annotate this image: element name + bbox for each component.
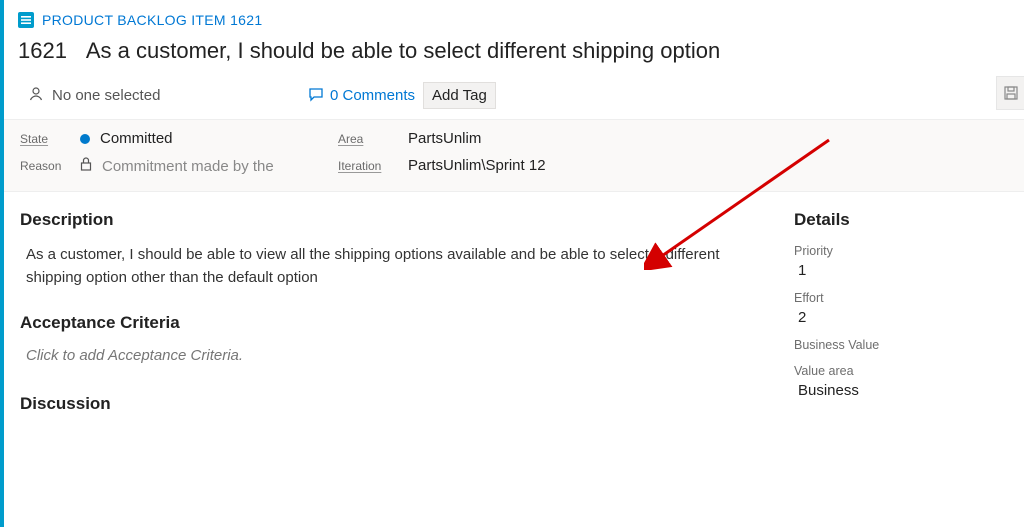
discussion-heading: Discussion: [20, 394, 754, 414]
priority-field[interactable]: Priority 1: [794, 244, 1004, 279]
business-value-field[interactable]: Business Value: [794, 338, 1004, 352]
title-row: 1621 As a customer, I should be able to …: [0, 32, 1024, 76]
state-label: State: [20, 132, 80, 146]
area-label: Area: [338, 132, 408, 146]
save-icon: [1003, 85, 1019, 101]
value-area-field[interactable]: Value area Business: [794, 364, 1004, 399]
reason-label: Reason: [20, 159, 80, 173]
person-icon: [28, 86, 44, 106]
work-item-type-header: PRODUCT BACKLOG ITEM 1621: [0, 0, 1024, 32]
save-button[interactable]: [996, 76, 1024, 110]
comments-link[interactable]: 0 Comments: [308, 86, 415, 106]
work-item-title[interactable]: As a customer, I should be able to selec…: [86, 38, 720, 63]
state-field[interactable]: State Committed: [20, 130, 320, 147]
effort-label: Effort: [794, 291, 1004, 305]
value-area-label: Value area: [794, 364, 1004, 378]
description-text[interactable]: As a customer, I should be able to view …: [26, 244, 754, 289]
business-value-label: Business Value: [794, 338, 1004, 352]
value-area-value: Business: [794, 382, 1004, 399]
iteration-value: PartsUnlim\Sprint 12: [408, 157, 546, 174]
area-value: PartsUnlim: [408, 130, 481, 147]
add-tag-button[interactable]: Add Tag: [423, 82, 496, 109]
fields-row: State Committed Reason Commitment made b…: [0, 119, 1024, 192]
effort-field[interactable]: Effort 2: [794, 291, 1004, 326]
priority-label: Priority: [794, 244, 1004, 258]
assignee-text: No one selected: [52, 87, 160, 104]
state-value: Committed: [100, 130, 173, 147]
reason-value: Commitment made by the: [102, 158, 274, 175]
description-heading: Description: [20, 210, 754, 230]
comments-text: 0 Comments: [330, 87, 415, 104]
assignee-picker[interactable]: No one selected: [28, 86, 298, 106]
priority-value: 1: [794, 262, 1004, 279]
effort-value: 2: [794, 309, 1004, 326]
work-item-id: 1621: [18, 38, 67, 63]
backlog-item-icon: [18, 12, 34, 28]
details-heading: Details: [794, 210, 1004, 230]
iteration-field[interactable]: Iteration PartsUnlim\Sprint 12: [338, 157, 546, 174]
iteration-label: Iteration: [338, 159, 408, 173]
lock-icon: [80, 157, 92, 175]
acceptance-placeholder[interactable]: Click to add Acceptance Criteria.: [26, 347, 754, 364]
acceptance-heading: Acceptance Criteria: [20, 313, 754, 333]
comment-icon: [308, 86, 324, 106]
reason-field[interactable]: Reason Commitment made by the: [20, 157, 320, 175]
work-item-type-label: PRODUCT BACKLOG ITEM 1621: [42, 12, 262, 28]
meta-row: No one selected 0 Comments Add Tag: [0, 76, 1024, 119]
area-field[interactable]: Area PartsUnlim: [338, 130, 546, 147]
state-dot-icon: [80, 134, 90, 144]
